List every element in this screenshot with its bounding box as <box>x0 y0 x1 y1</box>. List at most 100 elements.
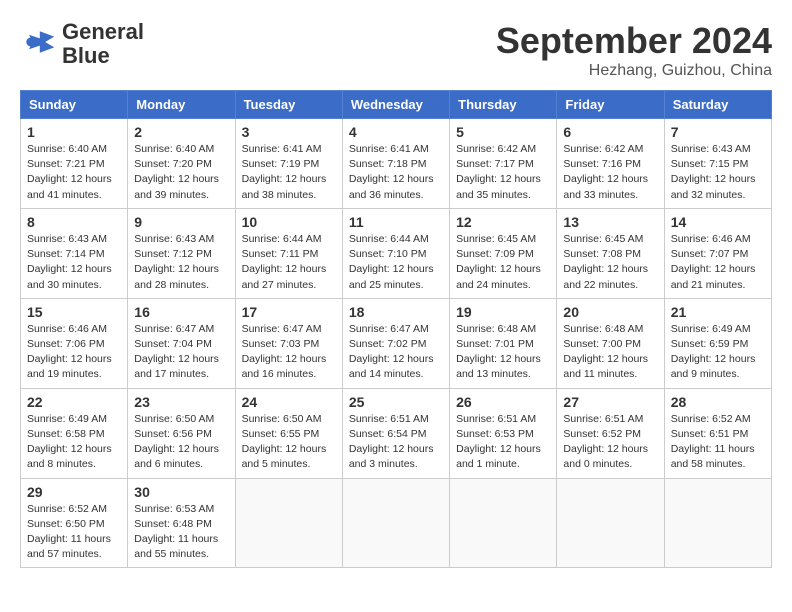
table-row: 21 Sunrise: 6:49 AM Sunset: 6:59 PM Dayli… <box>664 298 771 388</box>
table-row: 29 Sunrise: 6:52 AM Sunset: 6:50 PM Dayli… <box>21 478 128 568</box>
table-row <box>664 478 771 568</box>
day-info: Sunrise: 6:51 AM Sunset: 6:52 PM Dayligh… <box>563 412 657 473</box>
day-info: Sunrise: 6:48 AM Sunset: 7:00 PM Dayligh… <box>563 322 657 383</box>
day-number: 25 <box>349 394 443 410</box>
table-row: 11 Sunrise: 6:44 AM Sunset: 7:10 PM Dayli… <box>342 208 449 298</box>
col-thursday: Thursday <box>450 91 557 119</box>
table-row <box>342 478 449 568</box>
day-number: 21 <box>671 304 765 320</box>
table-row: 24 Sunrise: 6:50 AM Sunset: 6:55 PM Dayli… <box>235 388 342 478</box>
day-number: 30 <box>134 484 228 500</box>
day-number: 2 <box>134 124 228 140</box>
day-number: 1 <box>27 124 121 140</box>
col-tuesday: Tuesday <box>235 91 342 119</box>
day-info: Sunrise: 6:41 AM Sunset: 7:18 PM Dayligh… <box>349 142 443 203</box>
table-row: 26 Sunrise: 6:51 AM Sunset: 6:53 PM Dayli… <box>450 388 557 478</box>
table-row: 1 Sunrise: 6:40 AM Sunset: 7:21 PM Daylig… <box>21 119 128 209</box>
day-info: Sunrise: 6:43 AM Sunset: 7:14 PM Dayligh… <box>27 232 121 293</box>
col-wednesday: Wednesday <box>342 91 449 119</box>
day-number: 23 <box>134 394 228 410</box>
day-number: 28 <box>671 394 765 410</box>
day-number: 19 <box>456 304 550 320</box>
day-number: 24 <box>242 394 336 410</box>
day-info: Sunrise: 6:42 AM Sunset: 7:16 PM Dayligh… <box>563 142 657 203</box>
day-info: Sunrise: 6:50 AM Sunset: 6:55 PM Dayligh… <box>242 412 336 473</box>
table-row <box>450 478 557 568</box>
day-number: 13 <box>563 214 657 230</box>
calendar-row: 22 Sunrise: 6:49 AM Sunset: 6:58 PM Dayli… <box>21 388 772 478</box>
day-info: Sunrise: 6:47 AM Sunset: 7:04 PM Dayligh… <box>134 322 228 383</box>
col-sunday: Sunday <box>21 91 128 119</box>
day-info: Sunrise: 6:48 AM Sunset: 7:01 PM Dayligh… <box>456 322 550 383</box>
table-row: 28 Sunrise: 6:52 AM Sunset: 6:51 PM Dayli… <box>664 388 771 478</box>
day-number: 3 <box>242 124 336 140</box>
day-info: Sunrise: 6:52 AM Sunset: 6:50 PM Dayligh… <box>27 502 121 563</box>
day-number: 8 <box>27 214 121 230</box>
table-row: 3 Sunrise: 6:41 AM Sunset: 7:19 PM Daylig… <box>235 119 342 209</box>
day-number: 16 <box>134 304 228 320</box>
day-info: Sunrise: 6:49 AM Sunset: 6:58 PM Dayligh… <box>27 412 121 473</box>
table-row: 25 Sunrise: 6:51 AM Sunset: 6:54 PM Dayli… <box>342 388 449 478</box>
day-number: 12 <box>456 214 550 230</box>
day-info: Sunrise: 6:52 AM Sunset: 6:51 PM Dayligh… <box>671 412 765 473</box>
day-info: Sunrise: 6:49 AM Sunset: 6:59 PM Dayligh… <box>671 322 765 383</box>
day-info: Sunrise: 6:44 AM Sunset: 7:11 PM Dayligh… <box>242 232 336 293</box>
table-row: 19 Sunrise: 6:48 AM Sunset: 7:01 PM Dayli… <box>450 298 557 388</box>
day-number: 7 <box>671 124 765 140</box>
day-number: 15 <box>27 304 121 320</box>
table-row: 12 Sunrise: 6:45 AM Sunset: 7:09 PM Dayli… <box>450 208 557 298</box>
day-info: Sunrise: 6:45 AM Sunset: 7:08 PM Dayligh… <box>563 232 657 293</box>
table-row: 7Sunrise: 6:43 AM Sunset: 7:15 PM Daylig… <box>664 119 771 209</box>
day-info: Sunrise: 6:43 AM Sunset: 7:12 PM Dayligh… <box>134 232 228 293</box>
day-info: Sunrise: 6:50 AM Sunset: 6:56 PM Dayligh… <box>134 412 228 473</box>
day-number: 10 <box>242 214 336 230</box>
logo-text: General Blue <box>62 20 144 68</box>
col-saturday: Saturday <box>664 91 771 119</box>
table-row: 16 Sunrise: 6:47 AM Sunset: 7:04 PM Dayli… <box>128 298 235 388</box>
calendar-header-row: Sunday Monday Tuesday Wednesday Thursday… <box>21 91 772 119</box>
table-row: 8 Sunrise: 6:43 AM Sunset: 7:14 PM Daylig… <box>21 208 128 298</box>
day-info: Sunrise: 6:41 AM Sunset: 7:19 PM Dayligh… <box>242 142 336 203</box>
day-number: 26 <box>456 394 550 410</box>
table-row <box>235 478 342 568</box>
page-header: General Blue September 2024 Hezhang, Gui… <box>20 20 772 80</box>
day-info: Sunrise: 6:46 AM Sunset: 7:07 PM Dayligh… <box>671 232 765 293</box>
calendar-row: 1 Sunrise: 6:40 AM Sunset: 7:21 PM Daylig… <box>21 119 772 209</box>
calendar-row: 8 Sunrise: 6:43 AM Sunset: 7:14 PM Daylig… <box>21 208 772 298</box>
calendar-table: Sunday Monday Tuesday Wednesday Thursday… <box>20 90 772 568</box>
table-row: 27Sunrise: 6:51 AM Sunset: 6:52 PM Dayli… <box>557 388 664 478</box>
table-row <box>557 478 664 568</box>
table-row: 30 Sunrise: 6:53 AM Sunset: 6:48 PM Dayli… <box>128 478 235 568</box>
logo: General Blue <box>20 20 144 68</box>
table-row: 2 Sunrise: 6:40 AM Sunset: 7:20 PM Daylig… <box>128 119 235 209</box>
day-info: Sunrise: 6:51 AM Sunset: 6:54 PM Dayligh… <box>349 412 443 473</box>
day-info: Sunrise: 6:40 AM Sunset: 7:21 PM Dayligh… <box>27 142 121 203</box>
day-info: Sunrise: 6:53 AM Sunset: 6:48 PM Dayligh… <box>134 502 228 563</box>
day-number: 17 <box>242 304 336 320</box>
day-number: 4 <box>349 124 443 140</box>
day-number: 6 <box>563 124 657 140</box>
day-number: 22 <box>27 394 121 410</box>
day-info: Sunrise: 6:42 AM Sunset: 7:17 PM Dayligh… <box>456 142 550 203</box>
logo-icon <box>20 24 56 65</box>
day-info: Sunrise: 6:47 AM Sunset: 7:02 PM Dayligh… <box>349 322 443 383</box>
table-row: 20 Sunrise: 6:48 AM Sunset: 7:00 PM Dayli… <box>557 298 664 388</box>
day-number: 20 <box>563 304 657 320</box>
table-row: 10 Sunrise: 6:44 AM Sunset: 7:11 PM Dayli… <box>235 208 342 298</box>
day-number: 11 <box>349 214 443 230</box>
col-friday: Friday <box>557 91 664 119</box>
day-info: Sunrise: 6:45 AM Sunset: 7:09 PM Dayligh… <box>456 232 550 293</box>
title-block: September 2024 Hezhang, Guizhou, China <box>496 20 772 80</box>
day-number: 29 <box>27 484 121 500</box>
day-info: Sunrise: 6:47 AM Sunset: 7:03 PM Dayligh… <box>242 322 336 383</box>
day-info: Sunrise: 6:40 AM Sunset: 7:20 PM Dayligh… <box>134 142 228 203</box>
table-row: 5Sunrise: 6:42 AM Sunset: 7:17 PM Daylig… <box>450 119 557 209</box>
day-info: Sunrise: 6:44 AM Sunset: 7:10 PM Dayligh… <box>349 232 443 293</box>
calendar-row: 29 Sunrise: 6:52 AM Sunset: 6:50 PM Dayli… <box>21 478 772 568</box>
table-row: 14Sunrise: 6:46 AM Sunset: 7:07 PM Dayli… <box>664 208 771 298</box>
table-row: 15Sunrise: 6:46 AM Sunset: 7:06 PM Dayli… <box>21 298 128 388</box>
calendar-row: 15Sunrise: 6:46 AM Sunset: 7:06 PM Dayli… <box>21 298 772 388</box>
day-number: 18 <box>349 304 443 320</box>
day-info: Sunrise: 6:51 AM Sunset: 6:53 PM Dayligh… <box>456 412 550 473</box>
table-row: 22 Sunrise: 6:49 AM Sunset: 6:58 PM Dayli… <box>21 388 128 478</box>
